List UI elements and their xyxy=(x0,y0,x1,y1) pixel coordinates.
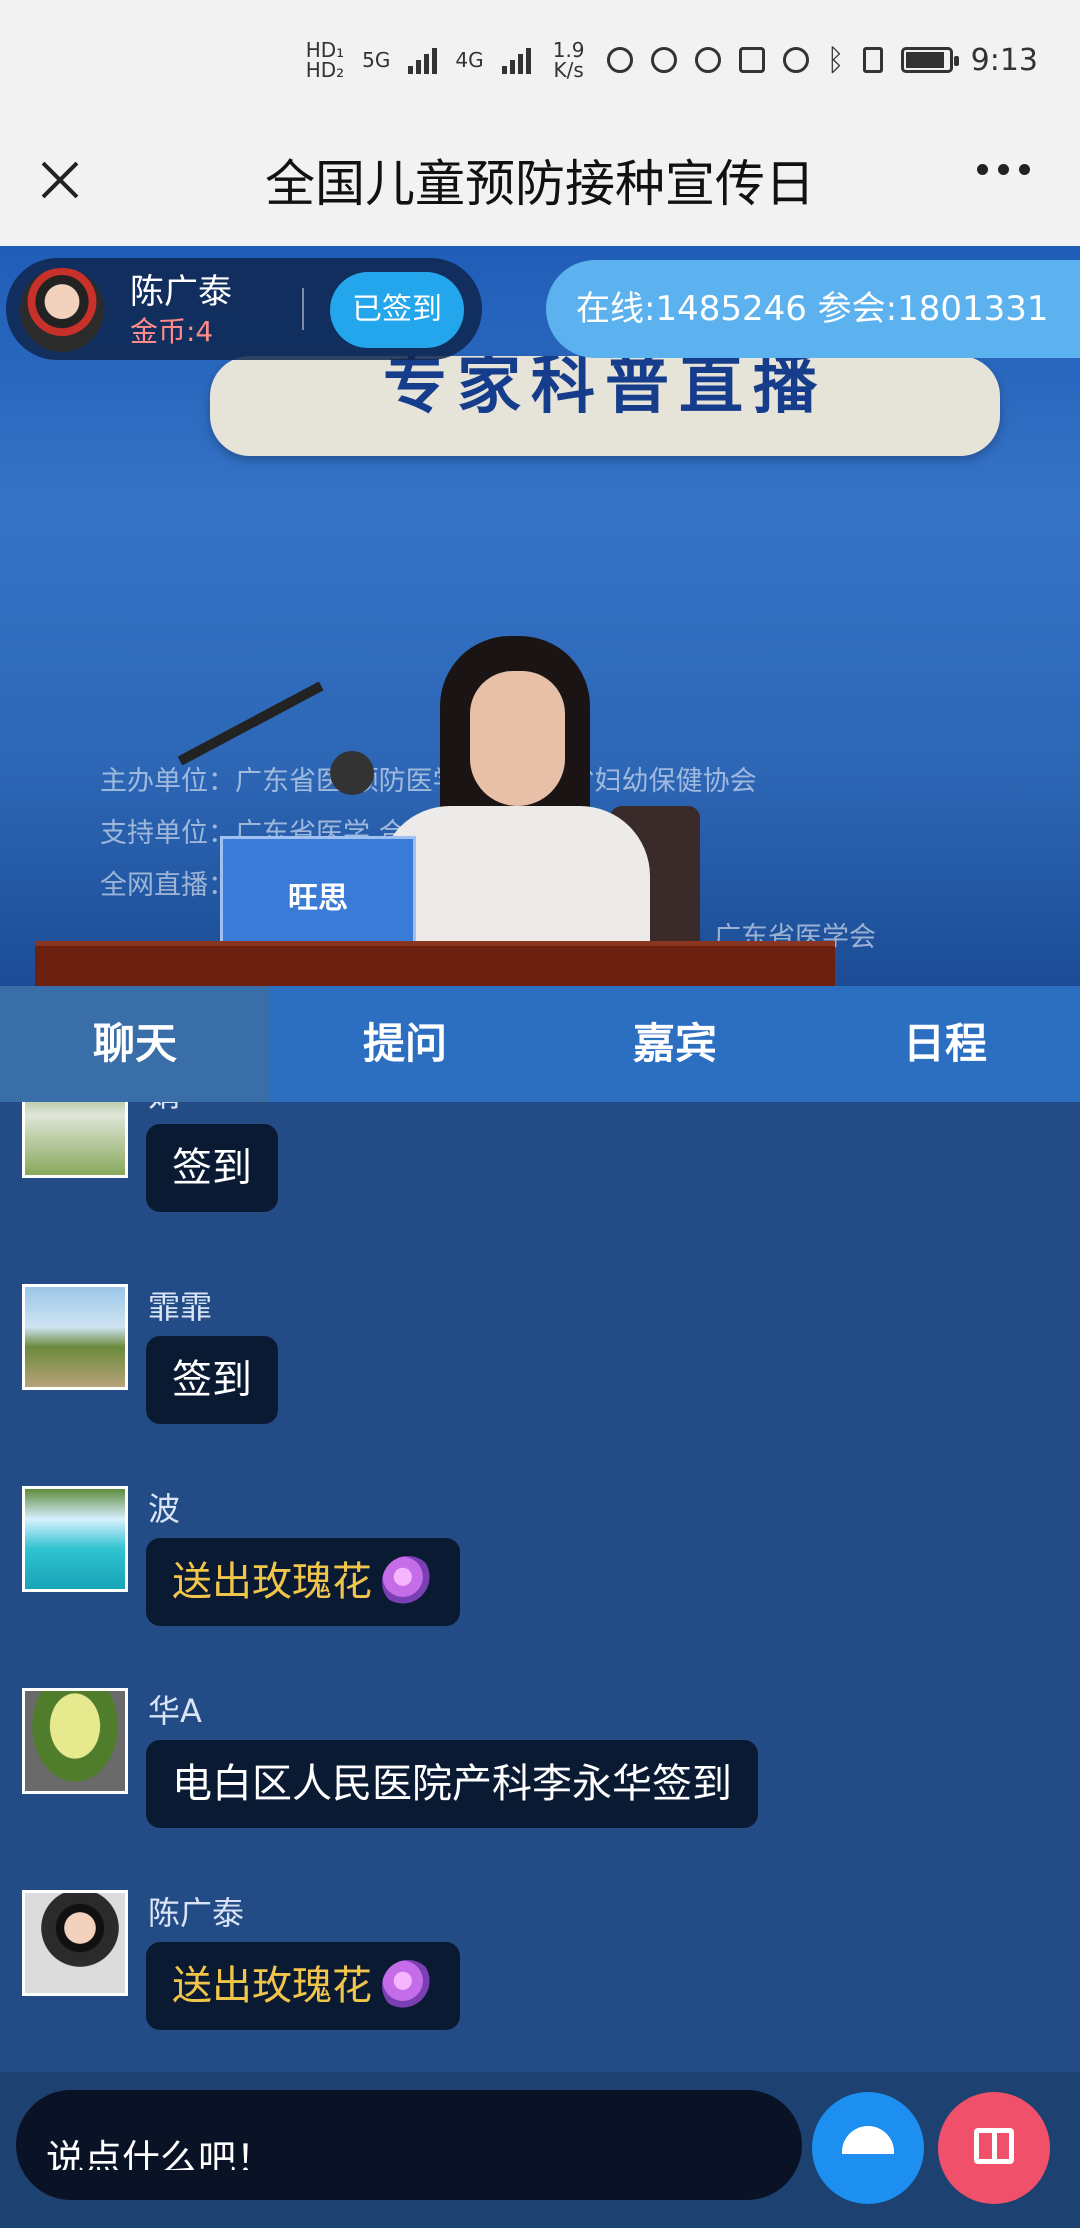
tab-chat[interactable]: 聊天 xyxy=(0,986,270,1102)
page-title: 全国儿童预防接种宣传日 xyxy=(265,155,815,213)
chat-input-placeholder: 说点什么吧！ xyxy=(46,2137,275,2170)
signal-icon xyxy=(408,46,438,74)
rose-icon xyxy=(382,1556,434,1608)
status-bar: HD₁ HD₂ 5G 4G 1.9 K/s ᛒ 9:13 xyxy=(0,0,1080,120)
nfc-icon xyxy=(738,47,765,73)
chat-text: 签到 xyxy=(172,1357,252,1403)
gift-icon xyxy=(974,2128,1014,2164)
battery-icon xyxy=(900,47,959,73)
signed-in-button[interactable]: 已签到 xyxy=(330,272,464,348)
divider xyxy=(302,288,304,330)
signal-icon-2 xyxy=(501,46,531,74)
user-info-pill[interactable]: 陈广泰 金币:4 已签到 xyxy=(6,258,482,360)
chat-text: 电白区人民医院产科李永华签到 xyxy=(172,1761,732,1807)
vibrate-icon xyxy=(862,47,883,73)
man-avatar[interactable] xyxy=(22,1890,128,1996)
waterfall-avatar[interactable] xyxy=(22,1486,128,1592)
network-gen-label-4g: 4G xyxy=(455,48,484,72)
title-bar: 全国儿童预防接种宣传日 xyxy=(0,120,1080,246)
umbrella-icon xyxy=(842,2126,894,2154)
chat-nickname: 华A xyxy=(148,1692,202,1730)
tab-bar: 聊天 提问 嘉宾 日程 xyxy=(0,986,1080,1102)
more-menu-icon[interactable] xyxy=(977,164,1030,175)
chat-bubble: 电白区人民医院产科李永华签到 xyxy=(146,1740,758,1828)
chat-nickname: 陈广泰 xyxy=(148,1894,245,1932)
bluetooth-icon: ᛒ xyxy=(826,42,845,78)
chat-bubble: 签到 xyxy=(146,1124,278,1212)
tab-schedule[interactable]: 日程 xyxy=(810,986,1080,1102)
live-video-player[interactable]: 专家科普直播 主办单位：广东省医 预防医学会、广东省妇幼保健协会 支持单位：广东… xyxy=(0,246,1080,986)
network-gen-label-5g: 5G xyxy=(362,48,391,72)
online-count-badge: 在线:1485246 参会:1801331 xyxy=(546,260,1080,358)
umbrella-button[interactable] xyxy=(812,2092,924,2204)
tree-avatar[interactable] xyxy=(22,1284,128,1390)
user-name: 陈广泰 xyxy=(130,272,232,312)
message-icon xyxy=(694,47,721,73)
dual-sim-indicator: HD₁ HD₂ xyxy=(305,38,345,82)
rose-icon xyxy=(382,1960,434,2012)
gift-bubble: 送出玫瑰花 xyxy=(146,1538,460,1626)
net-speed: 1.9 K/s xyxy=(552,38,585,82)
chat-nickname: 娟 xyxy=(148,1102,180,1116)
banner-text: 专家科普直播 xyxy=(383,356,827,420)
gift-button[interactable] xyxy=(938,2092,1050,2204)
tab-questions[interactable]: 提问 xyxy=(270,986,540,1102)
chat-text: 签到 xyxy=(172,1145,252,1191)
avatar[interactable] xyxy=(20,268,104,352)
desk xyxy=(35,941,835,986)
alarm-icon xyxy=(782,47,809,73)
coin-count: 金币:4 xyxy=(130,315,214,348)
rabbit-avatar[interactable] xyxy=(22,1102,128,1178)
chat-nickname: 波 xyxy=(148,1490,181,1528)
composer-bar: 说点什么吧！ xyxy=(0,2072,1080,2228)
desk-sign: 旺思 xyxy=(220,836,416,957)
chat-text: 送出玫瑰花 xyxy=(172,1559,372,1605)
tab-guests[interactable]: 嘉宾 xyxy=(540,986,810,1102)
hand-icon xyxy=(606,47,633,73)
clock: 9:13 xyxy=(970,42,1038,78)
chat-bubble: 签到 xyxy=(146,1336,278,1424)
bush-avatar[interactable] xyxy=(22,1688,128,1794)
chat-nickname: 霏霏 xyxy=(148,1288,213,1326)
chat-input[interactable]: 说点什么吧！ xyxy=(16,2090,802,2200)
microphone-icon xyxy=(330,751,374,795)
chat-list[interactable]: 娟 签到 霏霏 签到 波 送出玫瑰花 华A 电白区人民医院产科李永华签到 陈广泰… xyxy=(0,1102,1080,2072)
gift-bubble: 送出玫瑰花 xyxy=(146,1942,460,2030)
wechat-icon xyxy=(650,47,677,73)
microphone-stand xyxy=(177,681,324,766)
chat-text: 送出玫瑰花 xyxy=(172,1963,372,2009)
